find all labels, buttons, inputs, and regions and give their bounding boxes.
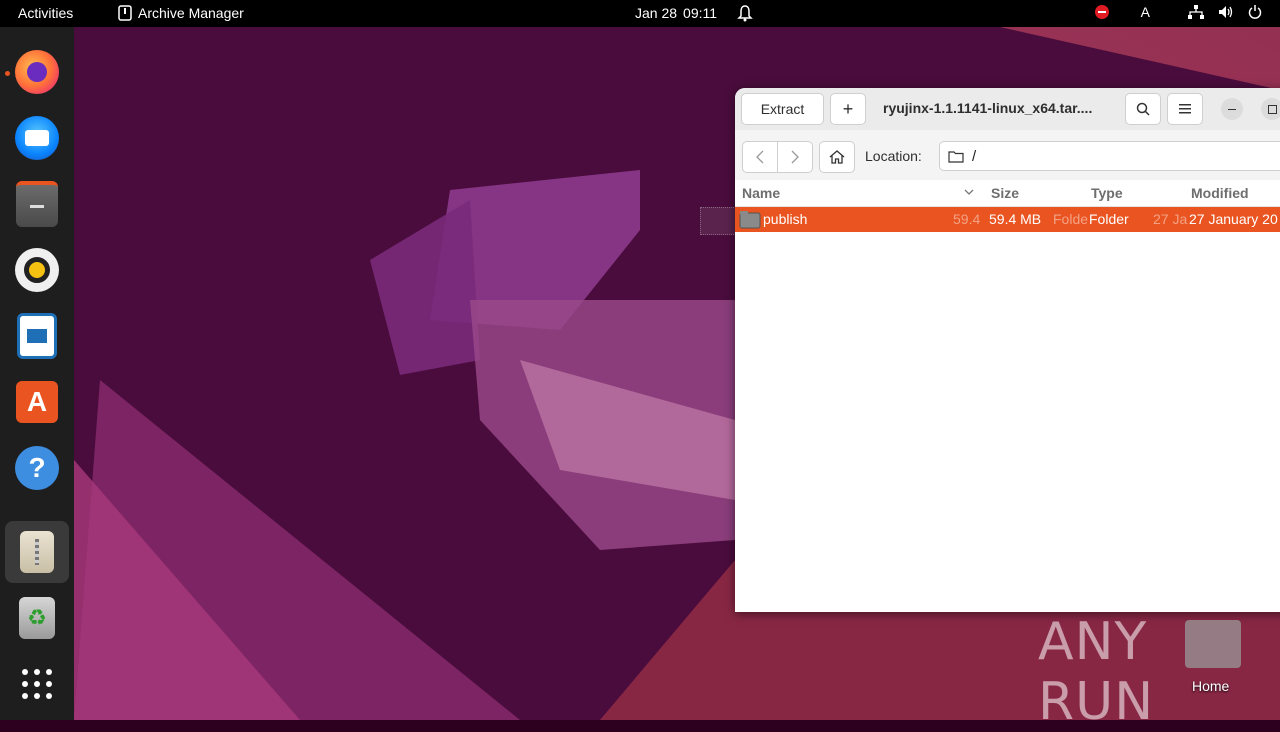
hamburger-menu-icon	[1179, 104, 1191, 114]
forward-button[interactable]	[777, 141, 813, 173]
thunderbird-icon	[15, 116, 59, 160]
back-button[interactable]	[742, 141, 778, 173]
minimize-icon	[1228, 108, 1236, 110]
column-size[interactable]: Size	[991, 185, 1019, 201]
archive-manager-window: Extract + ryujinx-1.1.1141-linux_x64.tar…	[735, 88, 1280, 612]
top-bar: Activities Archive Manager Jan 28 09:11 …	[0, 0, 1280, 27]
files-icon	[16, 181, 58, 227]
location-label: Location:	[865, 148, 922, 164]
add-files-button[interactable]: +	[830, 93, 866, 125]
column-modified[interactable]: Modified	[1191, 185, 1249, 201]
volume-icon[interactable]	[1218, 5, 1234, 19]
menu-button[interactable]	[1167, 93, 1203, 125]
keyboard-layout-indicator[interactable]: A	[1141, 4, 1150, 20]
rhythmbox-icon	[15, 248, 59, 292]
dock-archive-manager[interactable]	[5, 521, 69, 583]
search-button[interactable]	[1125, 93, 1161, 125]
search-icon	[1136, 102, 1150, 116]
clock-time: 09:11	[683, 5, 718, 21]
table-row[interactable]: publish 59.4 59.4 MB Folde Folder 27 Ja …	[735, 207, 1280, 232]
dock-files[interactable]	[5, 173, 69, 235]
archive-app-icon	[118, 5, 132, 21]
minimize-button[interactable]	[1221, 98, 1243, 120]
column-headers: Name Size Type Modified	[735, 180, 1280, 207]
help-icon: ?	[15, 446, 59, 490]
dock-help[interactable]: ?	[5, 437, 69, 499]
drag-ghost	[700, 207, 738, 235]
dock-app-center[interactable]: A	[5, 371, 69, 433]
clock[interactable]: Jan 28 09:11	[635, 5, 717, 21]
row-name: publish	[763, 211, 808, 227]
header-bar: Extract + ryujinx-1.1.1141-linux_x64.tar…	[735, 88, 1280, 131]
row-modified: 27 January 20	[1189, 211, 1278, 227]
dock-trash[interactable]: ♻	[5, 587, 69, 649]
firefox-icon	[15, 50, 59, 94]
dock-show-apps[interactable]	[5, 653, 69, 715]
system-tray[interactable]: A	[1094, 4, 1262, 20]
folder-icon	[948, 150, 964, 163]
do-not-disturb-icon[interactable]	[1094, 5, 1109, 19]
home-icon	[829, 150, 845, 164]
location-field[interactable]: /	[939, 141, 1280, 171]
clock-date: Jan 28	[635, 5, 678, 21]
desktop-home-folder-icon[interactable]	[1185, 620, 1241, 668]
extract-button[interactable]: Extract	[741, 93, 824, 125]
app-center-icon: A	[16, 381, 58, 423]
app-menu[interactable]: Archive Manager	[118, 5, 244, 21]
watermark: ANY RUN	[1038, 612, 1155, 732]
dock: A ? ♻	[0, 27, 74, 720]
desktop-home-label[interactable]: Home	[1192, 678, 1229, 694]
chevron-right-icon	[791, 150, 799, 164]
maximize-button[interactable]	[1261, 98, 1280, 120]
dock-thunderbird[interactable]	[5, 107, 69, 169]
column-type[interactable]: Type	[1091, 185, 1123, 201]
dock-libreoffice-writer[interactable]	[5, 305, 69, 367]
app-name: Archive Manager	[138, 5, 244, 21]
notification-bell-icon[interactable]	[737, 4, 753, 22]
row-type: Folder	[1089, 211, 1129, 227]
folder-icon	[739, 211, 761, 229]
row-ghost-type: Folde	[1053, 211, 1089, 227]
row-size: 59.4 MB	[989, 211, 1042, 227]
home-button[interactable]	[819, 141, 855, 173]
location-path: /	[972, 147, 977, 165]
maximize-icon	[1267, 104, 1277, 114]
row-ghost-modified: 27 Ja	[1153, 211, 1188, 227]
column-name[interactable]: Name	[742, 185, 780, 201]
trash-icon: ♻	[19, 597, 55, 639]
window-title: ryujinx-1.1.1141-linux_x64.tar....	[883, 100, 1093, 116]
sort-chevron-down-icon[interactable]	[964, 189, 974, 196]
dock-rhythmbox[interactable]	[5, 239, 69, 301]
location-bar: Location: /	[735, 130, 1280, 181]
chevron-left-icon	[756, 150, 764, 164]
archive-manager-icon	[20, 531, 54, 573]
activities-button[interactable]: Activities	[18, 5, 73, 21]
writer-icon	[17, 313, 57, 359]
dock-firefox[interactable]	[5, 41, 69, 103]
network-icon[interactable]	[1188, 5, 1204, 19]
show-apps-icon	[22, 669, 52, 699]
power-icon[interactable]	[1248, 5, 1262, 19]
row-ghost-size: 59.4	[953, 211, 981, 227]
